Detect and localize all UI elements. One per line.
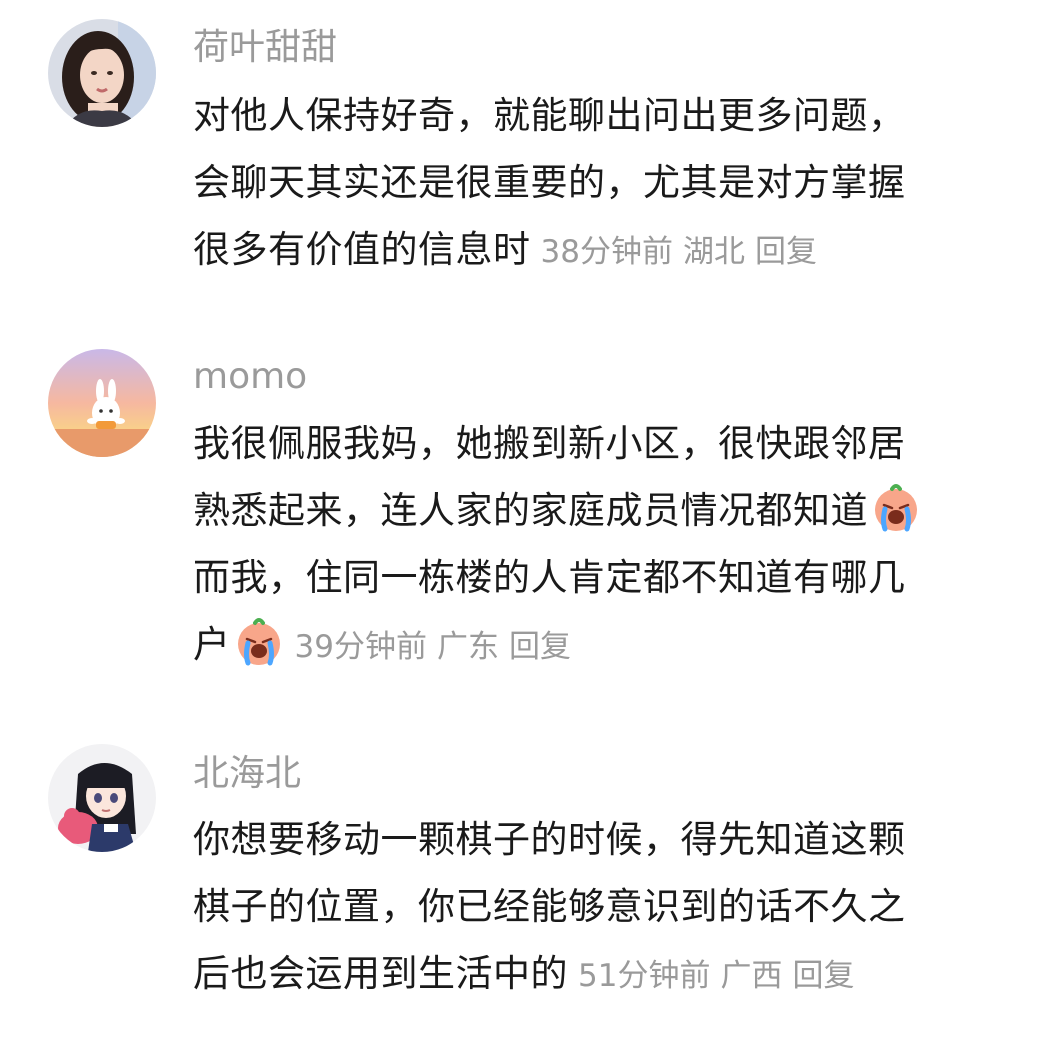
- reply-button[interactable]: 回复: [792, 958, 854, 994]
- user-avatar[interactable]: [48, 744, 156, 852]
- comment-line: 棋子的位置，你已经能够意识到的话不久之: [193, 885, 906, 928]
- comment-location: 广西: [720, 958, 783, 994]
- username[interactable]: momo: [193, 349, 307, 405]
- comment-line-last: 很多有价值的信息时 38分钟前 湖北 回复: [193, 216, 1013, 286]
- avatar-image-icon: [48, 744, 156, 852]
- comment-line: 你想要移动一颗棋子的时候，得先知道这颗: [193, 818, 906, 861]
- user-avatar[interactable]: [48, 19, 156, 127]
- username[interactable]: 荷叶甜甜: [193, 20, 337, 76]
- comment-line: 对他人保持好奇，就能聊出问出更多问题，: [193, 94, 906, 137]
- comment-meta: 38分钟前 湖北 回复: [541, 234, 827, 270]
- comment-text: 对他人保持好奇，就能聊出问出更多问题， 会聊天其实还是很重要的，尤其是对方掌握 …: [193, 82, 1013, 286]
- comment-time: 39分钟前: [294, 629, 427, 665]
- comment-text: 我很佩服我妈，她搬到新小区，很快跟邻居 熟悉起来，连人家的家庭成员情况都知道 而…: [193, 410, 1013, 681]
- comment-line-last: 户 39分钟前 广东 回复: [193, 611, 1013, 681]
- username[interactable]: 北海北: [193, 746, 301, 802]
- crying-face-icon: [875, 484, 917, 532]
- comment-line-last: 后也会运用到生活中的 51分钟前 广西 回复: [193, 940, 1013, 1010]
- comment-line-text: 后也会运用到生活中的: [193, 952, 568, 995]
- avatar-image-icon: [48, 19, 156, 127]
- comment-line-text: 很多有价值的信息时: [193, 228, 531, 271]
- comment-line-text: 熟悉起来，连人家的家庭成员情况都知道: [193, 489, 868, 532]
- comment-time: 38分钟前: [540, 234, 673, 270]
- comment-line: 会聊天其实还是很重要的，尤其是对方掌握: [193, 161, 906, 204]
- comment-meta: 51分钟前 广西 回复: [578, 958, 864, 994]
- comment-line: 熟悉起来，连人家的家庭成员情况都知道: [193, 477, 1013, 544]
- avatar-image-icon: [48, 349, 156, 457]
- reply-button[interactable]: 回复: [509, 629, 571, 665]
- comment-line: 而我，住同一栋楼的人肯定都不知道有哪几: [193, 556, 906, 599]
- crying-face-icon: [237, 618, 280, 666]
- comment-line: 我很佩服我妈，她搬到新小区，很快跟邻居: [193, 422, 906, 465]
- comment-meta: 39分钟前 广东 回复: [295, 629, 581, 665]
- comment-location: 广东: [436, 629, 499, 665]
- reply-button[interactable]: 回复: [755, 234, 817, 270]
- comment-location: 湖北: [682, 234, 745, 270]
- user-avatar[interactable]: [48, 349, 156, 457]
- comment-line-text: 户: [193, 623, 231, 666]
- comment-text: 你想要移动一颗棋子的时候，得先知道这颗 棋子的位置，你已经能够意识到的话不久之 …: [193, 806, 1013, 1010]
- comment-time: 51分钟前: [578, 958, 711, 994]
